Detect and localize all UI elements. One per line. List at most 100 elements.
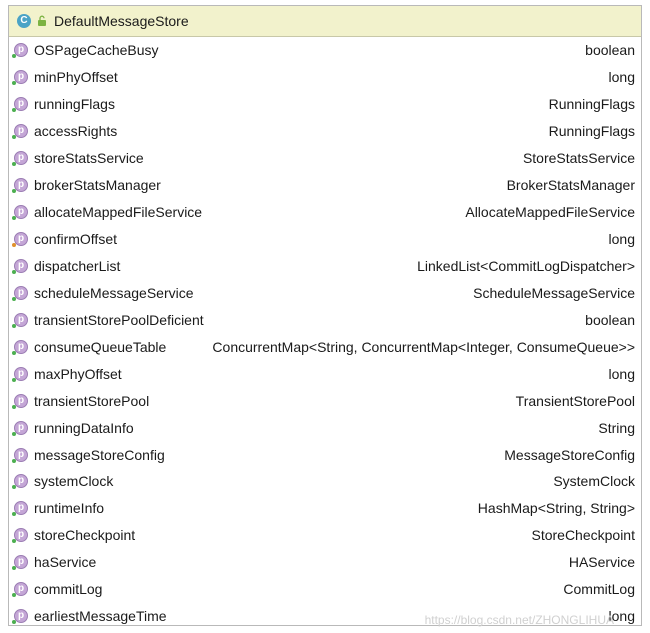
- field-row[interactable]: p transientStorePool TransientStorePool: [9, 387, 641, 414]
- property-badge: p: [17, 529, 25, 541]
- access-modifier-icon: [12, 431, 16, 436]
- field-name: storeCheckpoint: [34, 527, 136, 544]
- access-modifier-icon: [12, 323, 16, 328]
- field-row[interactable]: p confirmOffset long: [9, 226, 641, 253]
- property-badge: p: [17, 475, 25, 487]
- class-icon: C: [17, 14, 31, 28]
- access-modifier-icon: [12, 566, 16, 571]
- access-modifier-icon: [12, 593, 16, 598]
- access-modifier-icon: [12, 269, 16, 274]
- field-type: SystemClock: [553, 473, 635, 490]
- field-name: runningFlags: [34, 96, 115, 113]
- field-name: allocateMappedFileService: [34, 204, 203, 221]
- field-row[interactable]: p runningDataInfo String: [9, 414, 641, 441]
- property-badge: p: [17, 502, 25, 514]
- property-badge: p: [17, 98, 25, 110]
- property-badge: p: [17, 44, 25, 56]
- property-icon: p: [12, 393, 28, 409]
- property-icon: p: [12, 178, 28, 194]
- property-icon: p: [12, 312, 28, 328]
- property-badge: p: [17, 583, 25, 595]
- field-name: dispatcherList: [34, 257, 121, 274]
- property-badge: p: [17, 125, 25, 137]
- class-header[interactable]: C DefaultMessageStore: [9, 6, 641, 37]
- field-row[interactable]: p allocateMappedFileService AllocateMapped…: [9, 199, 641, 226]
- field-type: HAService: [568, 554, 635, 571]
- property-icon: p: [12, 420, 28, 436]
- property-icon: p: [12, 258, 28, 274]
- field-row[interactable]: p dispatcherList LinkedList<CommitLogDispa…: [9, 253, 641, 280]
- field-row[interactable]: p accessRights RunningFlags: [9, 118, 641, 145]
- field-type: LinkedList<CommitLogDispatcher>: [417, 257, 635, 274]
- access-modifier-icon: [12, 135, 16, 140]
- field-name: messageStoreConfig: [34, 446, 165, 463]
- property-icon: p: [12, 43, 28, 59]
- property-icon: p: [12, 366, 28, 382]
- field-list: p OSPageCacheBusy boolean p minPhyOffset long…: [9, 37, 641, 630]
- property-badge: p: [17, 71, 25, 83]
- field-row[interactable]: p storeStatsService StoreStatsService: [9, 145, 641, 172]
- property-badge: p: [17, 206, 25, 218]
- field-type: TransientStorePool: [515, 392, 635, 409]
- access-modifier-icon: [12, 620, 16, 625]
- access-modifier-icon: [12, 539, 16, 544]
- field-row[interactable]: p storeCheckpoint StoreCheckpoint: [9, 522, 641, 549]
- property-icon: p: [12, 582, 28, 598]
- access-modifier-icon: [12, 162, 16, 167]
- field-name: transientStorePool: [34, 392, 150, 409]
- property-icon: p: [12, 339, 28, 355]
- field-name: runningDataInfo: [34, 419, 134, 436]
- field-type: long: [608, 365, 635, 382]
- property-badge: p: [17, 448, 25, 460]
- access-modifier-icon: [12, 350, 16, 355]
- field-type: ScheduleMessageService: [473, 284, 635, 301]
- field-name: commitLog: [34, 581, 103, 598]
- field-row[interactable]: p OSPageCacheBusy boolean: [9, 37, 641, 64]
- field-type: String: [598, 419, 635, 436]
- property-icon: p: [12, 501, 28, 517]
- property-badge: p: [17, 152, 25, 164]
- field-row[interactable]: p commitLog CommitLog: [9, 576, 641, 603]
- field-type: boolean: [585, 311, 635, 328]
- field-name: haService: [34, 554, 97, 571]
- field-type: RunningFlags: [548, 96, 635, 113]
- access-modifier-icon: [12, 485, 16, 490]
- field-type: RunningFlags: [548, 123, 635, 140]
- field-row[interactable]: p scheduleMessageService ScheduleMessageSe…: [9, 279, 641, 306]
- property-icon: p: [12, 205, 28, 221]
- field-row[interactable]: p consumeQueueTable ConcurrentMap<String, …: [9, 333, 641, 360]
- field-type: boolean: [585, 42, 635, 59]
- field-row[interactable]: p minPhyOffset long: [9, 64, 641, 91]
- field-name: confirmOffset: [34, 231, 117, 248]
- access-modifier-icon: [12, 458, 16, 463]
- property-icon: p: [12, 528, 28, 544]
- field-name: minPhyOffset: [34, 69, 118, 86]
- access-modifier-icon: [12, 296, 16, 301]
- property-icon: p: [12, 609, 28, 625]
- watermark: https://blog.csdn.net/ZHONGLIHUA: [424, 613, 614, 627]
- property-badge: p: [17, 367, 25, 379]
- property-badge: p: [17, 340, 25, 352]
- field-row[interactable]: p transientStorePoolDeficient boolean: [9, 306, 641, 333]
- field-row[interactable]: p runningFlags RunningFlags: [9, 91, 641, 118]
- field-name: earliestMessageTime: [34, 608, 167, 625]
- access-modifier-icon: [12, 243, 16, 248]
- field-row[interactable]: p messageStoreConfig MessageStoreConfig: [9, 441, 641, 468]
- field-type: HashMap<String, String>: [477, 500, 635, 517]
- field-row[interactable]: p brokerStatsManager BrokerStatsManager: [9, 172, 641, 199]
- field-type: BrokerStatsManager: [506, 177, 635, 194]
- property-icon: p: [12, 124, 28, 140]
- field-row[interactable]: p runtimeInfo HashMap<String, String>: [9, 495, 641, 522]
- field-type: MessageStoreConfig: [504, 446, 635, 463]
- field-name: runtimeInfo: [34, 500, 105, 517]
- field-row[interactable]: p systemClock SystemClock: [9, 468, 641, 495]
- field-type: ConcurrentMap<String, ConcurrentMap<Inte…: [212, 338, 635, 355]
- field-name: brokerStatsManager: [34, 177, 161, 194]
- property-icon: p: [12, 232, 28, 248]
- field-row[interactable]: p haService HAService: [9, 549, 641, 576]
- property-badge: p: [17, 610, 25, 622]
- property-icon: p: [12, 70, 28, 86]
- field-row[interactable]: p maxPhyOffset long: [9, 360, 641, 387]
- field-type: CommitLog: [563, 581, 635, 598]
- access-modifier-icon: [12, 377, 16, 382]
